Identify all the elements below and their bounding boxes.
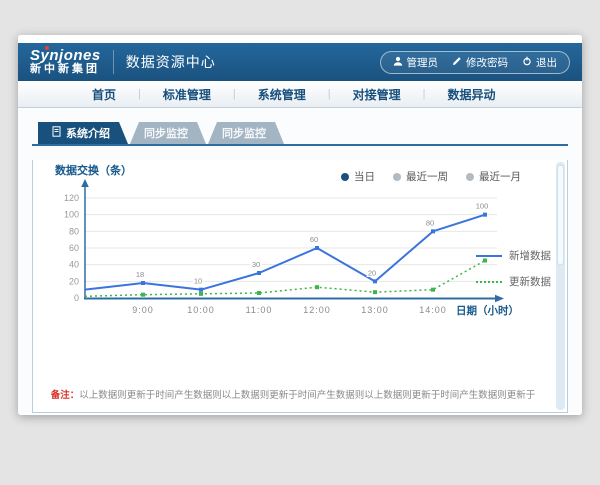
header-divider — [113, 50, 114, 74]
x-axis-title: 日期（小时） — [456, 304, 519, 317]
y-axis-title: 数据交换（条） — [55, 163, 132, 177]
data-point — [373, 290, 377, 294]
user-menu-label: 修改密码 — [466, 55, 508, 70]
user-menu-label: 管理员 — [407, 55, 439, 70]
logout-button[interactable]: 退出 — [522, 55, 557, 70]
radio-label: 当日 — [354, 169, 375, 184]
radio-label: 最近一周 — [406, 169, 448, 184]
tab-system-intro[interactable]: 系统介绍 — [38, 122, 128, 144]
legend-label: 更新数据 — [509, 274, 551, 289]
tab-bar: 系统介绍 同步监控 同步监控 — [38, 122, 568, 144]
data-point-label: 30 — [252, 260, 260, 269]
document-icon — [52, 126, 61, 140]
footnote: 备注：以上数据则更新于时间产生数据则以上数据则更新于时间产生数据则以上数据则更新… — [33, 387, 553, 401]
chart-panel: 当日 最近一周 最近一月 0 20 40 60 80 100 120 9:00 10:00 11:00… — [32, 160, 568, 413]
data-point-label: 20 — [368, 268, 376, 277]
change-password-button[interactable]: 修改密码 — [452, 55, 508, 70]
y-tick-label: 60 — [69, 243, 79, 253]
data-point-label: 100 — [476, 202, 489, 211]
user-menu: 管理员 修改密码 退出 — [380, 51, 571, 74]
tab-sync-monitor-2[interactable]: 同步监控 — [208, 122, 284, 144]
y-tick-label: 20 — [69, 276, 79, 286]
tab-accent-rule — [32, 144, 568, 146]
y-tick-label: 120 — [64, 193, 79, 203]
line-chart: 0 20 40 60 80 100 120 9:00 10:00 11:00 12:00 13:00 1… — [45, 160, 545, 358]
logo-company-name: 新中新集团 — [30, 64, 101, 76]
y-tick-label: 80 — [69, 226, 79, 236]
data-point — [315, 285, 319, 289]
footnote-label: 备注： — [51, 390, 80, 401]
scrollbar-thumb[interactable] — [557, 165, 564, 265]
app-header: Synjones 新中新集团 数据资源中心 管理员 修改密码 退出 — [18, 43, 582, 81]
user-menu-label: 退出 — [536, 55, 557, 70]
radio-label: 最近一月 — [479, 169, 521, 184]
x-tick-label: 11:00 — [246, 305, 273, 315]
data-point — [483, 213, 487, 217]
legend-line-icon — [476, 281, 502, 283]
nav-interface-mgmt[interactable]: 对接管理 — [331, 86, 423, 103]
window-top-strip — [18, 35, 582, 43]
data-point — [141, 281, 145, 285]
data-point — [373, 279, 377, 283]
data-point — [431, 288, 435, 292]
radio-last-month[interactable]: 最近一月 — [466, 169, 521, 184]
footnote-text: 以上数据则更新于时间产生数据则以上数据则更新于时间产生数据则以上数据则更新于时间… — [79, 390, 535, 401]
y-tick-label: 100 — [64, 210, 79, 220]
y-tick-label: 40 — [69, 260, 79, 270]
data-point — [257, 271, 261, 275]
tab-label: 系统介绍 — [66, 125, 110, 141]
tab-label: 同步监控 — [222, 125, 266, 141]
user-button[interactable]: 管理员 — [393, 55, 439, 70]
company-logo: Synjones 新中新集团 — [30, 48, 101, 75]
data-point-label: 10 — [194, 277, 202, 286]
x-tick-label: 14:00 — [419, 305, 447, 315]
nav-home[interactable]: 首页 — [70, 86, 138, 103]
x-tick-label: 13:00 — [361, 305, 389, 315]
legend-item: 更新数据 — [476, 274, 551, 289]
series-line — [85, 261, 485, 297]
radio-dot-icon — [393, 173, 401, 181]
legend-line-icon — [476, 255, 502, 257]
main-nav: 首页|标准管理|系统管理|对接管理|数据异动 — [18, 81, 582, 108]
radio-today[interactable]: 当日 — [341, 169, 375, 184]
x-tick-label: 12:00 — [303, 305, 331, 315]
x-tick-label: 9:00 — [132, 305, 154, 315]
edit-icon — [452, 56, 462, 69]
time-range-filters: 当日 最近一周 最近一月 — [341, 169, 521, 184]
data-point-label: 18 — [136, 270, 144, 279]
tab-sync-monitor-1[interactable]: 同步监控 — [130, 122, 206, 144]
chart-legend: 新增数据更新数据 — [476, 248, 551, 289]
radio-dot-icon — [341, 173, 349, 181]
data-point — [257, 291, 261, 295]
radio-dot-icon — [466, 173, 474, 181]
content-area: 系统介绍 同步监控 同步监控 当日 最近一周 最近一月 0 20 40 60 80 100 120 9… — [18, 108, 582, 413]
legend-label: 新增数据 — [509, 248, 551, 263]
data-point — [141, 293, 145, 297]
x-axis-arrow-icon — [495, 295, 504, 303]
data-point-label: 60 — [310, 235, 318, 244]
vertical-scrollbar[interactable] — [556, 162, 565, 410]
data-point — [431, 229, 435, 233]
nav-system-mgmt[interactable]: 系统管理 — [236, 86, 328, 103]
radio-last-week[interactable]: 最近一周 — [393, 169, 448, 184]
data-point-label: 80 — [426, 218, 434, 227]
logo-brand-text: Synjones — [30, 48, 101, 64]
nav-standard-mgmt[interactable]: 标准管理 — [141, 86, 233, 103]
nav-data-change[interactable]: 数据异动 — [426, 86, 518, 103]
legend-item: 新增数据 — [476, 248, 551, 263]
app-window: Synjones 新中新集团 数据资源中心 管理员 修改密码 退出 首页|标准管理|… — [18, 35, 582, 415]
data-point — [199, 292, 203, 296]
data-point — [199, 288, 203, 292]
y-axis-arrow-icon — [81, 179, 89, 187]
user-icon — [393, 56, 403, 69]
data-point — [315, 246, 319, 250]
x-tick-label: 10:00 — [187, 305, 215, 315]
tab-label: 同步监控 — [144, 125, 188, 141]
power-icon — [522, 56, 532, 69]
page-title: 数据资源中心 — [126, 52, 216, 72]
y-tick-label: 0 — [74, 293, 79, 303]
